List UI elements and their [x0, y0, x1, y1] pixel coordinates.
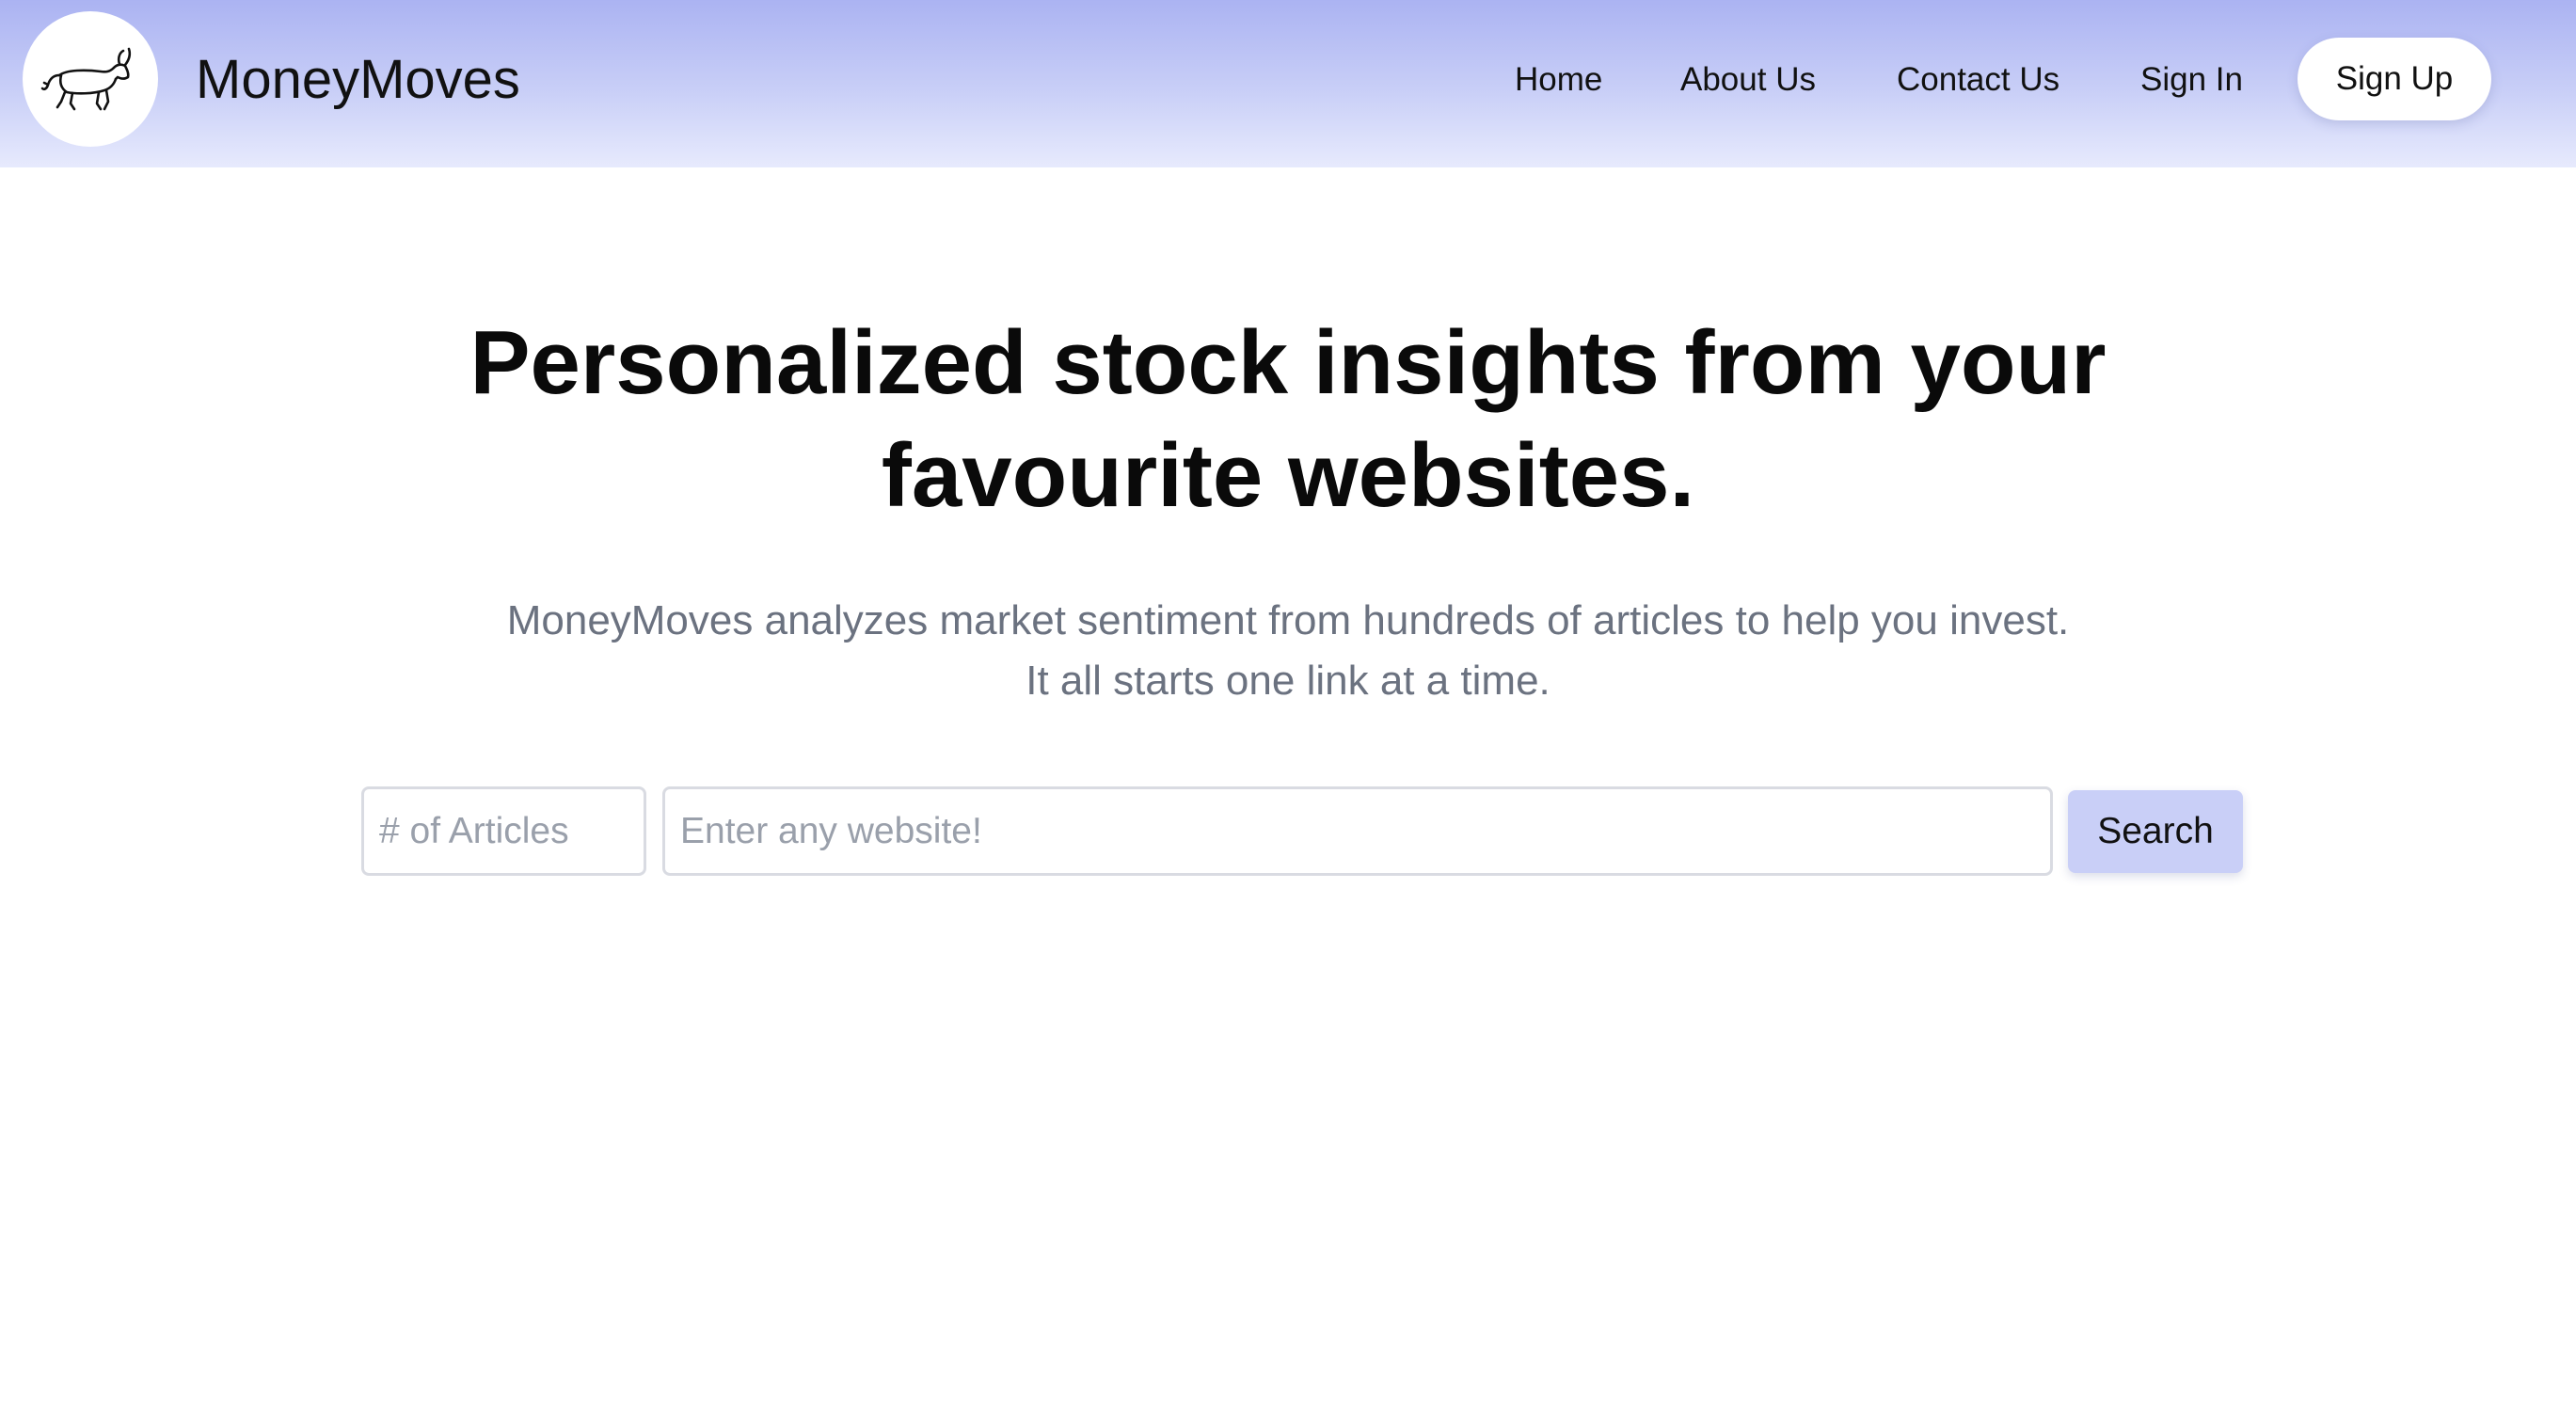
- search-button[interactable]: Search: [2068, 790, 2243, 873]
- nav-home-link[interactable]: Home: [1515, 56, 1602, 103]
- signup-button[interactable]: Sign Up: [2298, 38, 2491, 120]
- hero-title: Personalized stock insights from your fa…: [347, 307, 2229, 532]
- hero-title-line-2: favourite websites.: [881, 425, 1695, 526]
- logo-badge[interactable]: [23, 11, 158, 147]
- article-count-input[interactable]: [361, 786, 646, 876]
- nav-about-link[interactable]: About Us: [1680, 56, 1816, 103]
- hero-title-line-1: Personalized stock insights from your: [469, 312, 2107, 413]
- nav-contact-link[interactable]: Contact Us: [1897, 56, 2059, 103]
- hero-subtitle-line-1: MoneyMoves analyzes market sentiment fro…: [506, 597, 2070, 643]
- hero-subtitle-line-2: It all starts one link at a time.: [1026, 658, 1550, 704]
- nav-signin-link[interactable]: Sign In: [2140, 56, 2243, 103]
- brand-name[interactable]: MoneyMoves: [196, 43, 520, 117]
- hero-subtitle: MoneyMoves analyzes market sentiment fro…: [347, 591, 2229, 711]
- top-navbar: MoneyMoves Home About Us Contact Us Sign…: [0, 0, 2576, 167]
- website-url-input[interactable]: [662, 786, 2053, 876]
- bull-icon: [40, 47, 132, 111]
